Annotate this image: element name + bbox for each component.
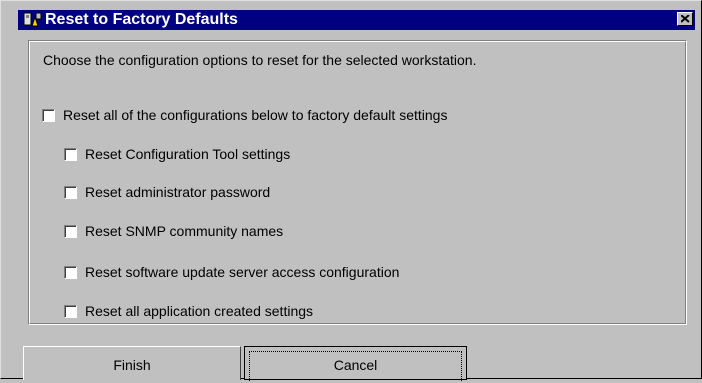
close-button[interactable] (677, 12, 693, 26)
option-label: Reset administrator password (85, 184, 271, 200)
option-label: Reset software update server access conf… (85, 264, 400, 280)
instruction-text: Choose the configuration options to rese… (43, 52, 477, 68)
option-label: Reset SNMP community names (85, 223, 284, 239)
close-icon (681, 15, 690, 23)
finish-button[interactable]: Finish (23, 346, 241, 380)
reset-update-server-checkbox[interactable]: Reset software update server access conf… (64, 263, 399, 281)
app-icon (23, 11, 42, 29)
cancel-button[interactable]: Cancel (244, 346, 467, 381)
reset-admin-password-checkbox[interactable]: Reset administrator password (64, 183, 270, 201)
checkbox-box[interactable] (64, 185, 77, 199)
dialog-title: Reset to Factory Defaults (45, 11, 238, 28)
checkbox-box[interactable] (42, 108, 55, 122)
option-label: Reset Configuration Tool settings (85, 146, 291, 162)
finish-label: Finish (113, 357, 151, 373)
checkbox-box[interactable] (64, 265, 77, 279)
reset-dialog: Reset to Factory Defaults Choose the con… (0, 0, 702, 381)
option-label: Reset all of the configurations below to… (63, 107, 448, 123)
option-label: Reset all application created settings (85, 303, 314, 319)
reset-config-tool-checkbox[interactable]: Reset Configuration Tool settings (64, 145, 290, 163)
checkbox-box[interactable] (64, 147, 77, 161)
reset-app-settings-checkbox[interactable]: Reset all application created settings (64, 302, 313, 320)
title-bar[interactable]: Reset to Factory Defaults (18, 10, 695, 30)
checkbox-box[interactable] (64, 304, 77, 318)
checkbox-box[interactable] (64, 224, 77, 238)
reset-all-checkbox[interactable]: Reset all of the configurations below to… (42, 106, 447, 124)
reset-snmp-names-checkbox[interactable]: Reset SNMP community names (64, 222, 283, 240)
cancel-label: Cancel (333, 357, 378, 373)
options-panel: Choose the configuration options to rese… (28, 40, 687, 325)
